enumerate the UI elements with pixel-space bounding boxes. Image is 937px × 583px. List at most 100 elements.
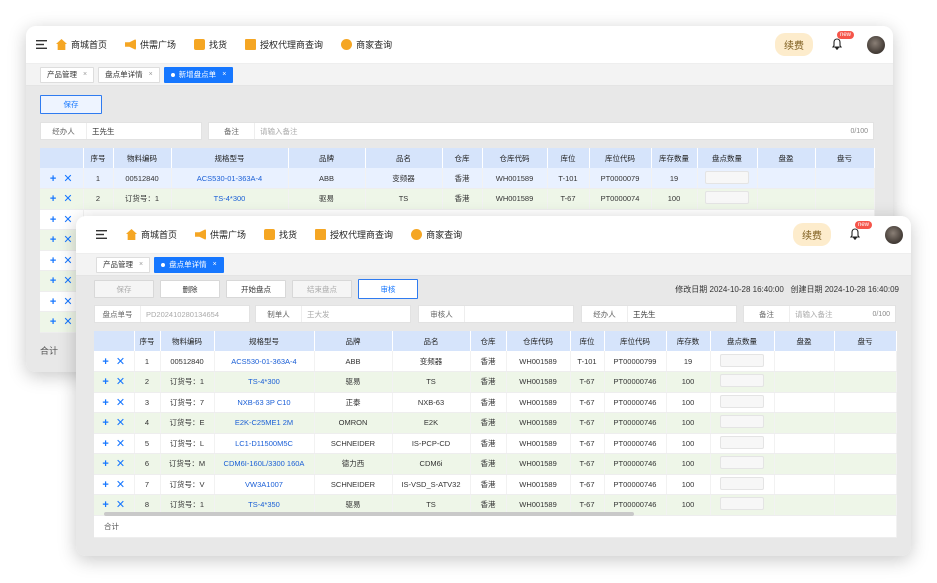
plus-icon[interactable]: +	[50, 316, 56, 328]
nav-home[interactable]: 商城首页	[126, 228, 177, 241]
count-input[interactable]	[720, 497, 764, 511]
plus-icon[interactable]: +	[50, 234, 56, 246]
plus-icon[interactable]: +	[50, 296, 56, 308]
creator-field[interactable]: 制单人 王大发	[255, 305, 411, 323]
start-inventory-button[interactable]: 开始盘点	[226, 280, 286, 298]
nav-shop-query[interactable]: 商家查询	[411, 228, 462, 241]
tab-bar: 产品管理 × 盘点单详情 × 新增盘点单 ×	[26, 64, 893, 86]
shop-icon	[411, 229, 423, 240]
close-icon[interactable]: ✕	[63, 316, 72, 328]
nav-supply-square[interactable]: 供需广场	[195, 228, 246, 241]
nav-home[interactable]: 商城首页	[56, 38, 107, 51]
close-icon[interactable]: ×	[83, 71, 87, 78]
count-input[interactable]	[720, 353, 764, 367]
plus-icon[interactable]: +	[102, 417, 108, 429]
count-input[interactable]	[705, 191, 749, 205]
close-icon[interactable]: ×	[149, 71, 153, 78]
plus-icon[interactable]: +	[50, 214, 56, 226]
menu-icon[interactable]	[26, 40, 56, 49]
tab-inventory-detail[interactable]: 盘点单详情 ×	[98, 66, 160, 83]
avatar[interactable]	[885, 225, 903, 244]
close-icon[interactable]: ✕	[63, 234, 72, 246]
tab-product-management[interactable]: 产品管理 ×	[96, 256, 151, 273]
close-icon[interactable]: ✕	[116, 479, 125, 491]
tab-bar: 产品管理 × 盘点单详情 ×	[76, 254, 911, 276]
nav-find-goods[interactable]: 找货	[194, 38, 227, 51]
finish-inventory-button[interactable]: 结束盘点	[292, 280, 352, 298]
date-info: 修改日期 2024-10-28 16:40:00 创建日期 2024-10-28…	[675, 285, 899, 294]
close-icon[interactable]: ✕	[63, 296, 72, 308]
close-icon[interactable]: ×	[213, 261, 217, 268]
row-ops: + ✕	[40, 188, 84, 210]
count-input[interactable]	[720, 435, 764, 449]
table-row: + ✕ 3 订货号：7 NXB-63 3P C10 正泰 NXB-63 香港 WH001589 T…	[94, 392, 897, 413]
nav-agent-query[interactable]: 授权代理商查询	[245, 38, 323, 51]
plus-icon[interactable]: +	[50, 255, 56, 267]
plus-icon[interactable]: +	[102, 499, 108, 511]
plus-icon[interactable]: +	[50, 275, 56, 287]
handler-field[interactable]: 经办人 王先生	[40, 122, 202, 140]
notification-bell[interactable]: new	[831, 30, 855, 52]
row-ops: + ✕	[40, 168, 84, 189]
count-input[interactable]	[720, 394, 764, 408]
count-input[interactable]	[720, 374, 764, 388]
nav-shop-query[interactable]: 商家查询	[341, 38, 392, 51]
close-icon[interactable]: ✕	[63, 193, 72, 205]
count-input[interactable]	[720, 456, 764, 470]
close-icon[interactable]: ×	[222, 71, 226, 78]
nav-find-goods[interactable]: 找货	[264, 228, 297, 241]
shop-icon	[341, 39, 353, 50]
row-ops: + ✕	[94, 474, 135, 495]
renew-button[interactable]: 续费	[793, 223, 831, 246]
nav-supply-square[interactable]: 供需广场	[125, 38, 176, 51]
avatar[interactable]	[867, 35, 885, 54]
delete-button[interactable]: 删除	[160, 280, 220, 298]
close-icon[interactable]: ✕	[116, 356, 125, 368]
horizontal-scrollbar[interactable]	[104, 512, 634, 516]
close-icon[interactable]: ×	[139, 261, 143, 268]
plus-icon[interactable]: +	[102, 397, 108, 409]
close-icon[interactable]: ✕	[63, 173, 72, 185]
plus-icon[interactable]: +	[50, 173, 56, 185]
table-row: + ✕ 1 00512840 ACS530-01-363A-4 ABB 变频器 香港 WH001…	[94, 351, 897, 372]
count-input[interactable]	[720, 476, 764, 490]
renew-button[interactable]: 续费	[775, 33, 813, 56]
plus-icon[interactable]: +	[102, 356, 108, 368]
count-input[interactable]	[720, 415, 764, 429]
close-icon[interactable]: ✕	[116, 397, 125, 409]
table-row: + ✕ 2 订货号：1 TS-4*300 驱易 TS 香港 WH001589 T-67 PT0000…	[94, 371, 897, 393]
handler-field[interactable]: 经办人 王先生	[581, 305, 737, 323]
audit-button[interactable]: 审核	[358, 279, 418, 299]
close-icon[interactable]: ✕	[116, 438, 125, 450]
plus-icon[interactable]: +	[50, 193, 56, 205]
auditor-field[interactable]: 审核人	[418, 305, 574, 323]
close-icon[interactable]: ✕	[116, 458, 125, 470]
plus-icon[interactable]: +	[102, 438, 108, 450]
nav-agent-query[interactable]: 授权代理商查询	[315, 228, 393, 241]
tab-inventory-detail[interactable]: 盘点单详情 ×	[154, 256, 224, 273]
close-icon[interactable]: ✕	[63, 275, 72, 287]
close-icon[interactable]: ✕	[116, 499, 125, 511]
tab-new-inventory[interactable]: 新增盘点单 ×	[163, 66, 234, 83]
remark-field[interactable]: 备注 请输入备注 0/100	[208, 122, 874, 140]
close-icon[interactable]: ✕	[116, 417, 125, 429]
plus-icon[interactable]: +	[102, 479, 108, 491]
count-input[interactable]	[705, 170, 749, 184]
plus-icon[interactable]: +	[102, 458, 108, 470]
search-goods-icon	[194, 39, 206, 50]
table-row: + ✕ 6 订货号：M CDM6I-160L/3300 160A 德力西 CDM6i 香港 WH…	[94, 453, 897, 475]
table-row: + ✕ 1 00512840 ACS530-01-363A-4 ABB 变频器 香…	[40, 168, 875, 189]
home-icon	[126, 229, 137, 240]
plus-icon[interactable]: +	[102, 376, 108, 388]
remark-field[interactable]: 备注 请输入备注 0/100	[743, 305, 896, 323]
close-icon[interactable]: ✕	[63, 255, 72, 267]
menu-icon[interactable]	[76, 230, 126, 239]
bell-icon	[831, 37, 843, 50]
save-button[interactable]: 保存	[40, 95, 102, 114]
order-number-field[interactable]: 盘点单号 PD202410280134654	[94, 305, 250, 323]
save-button[interactable]: 保存	[94, 280, 154, 298]
close-icon[interactable]: ✕	[63, 214, 72, 226]
tab-product-management[interactable]: 产品管理 ×	[40, 66, 95, 83]
notification-bell[interactable]: new	[849, 220, 873, 242]
close-icon[interactable]: ✕	[116, 376, 125, 388]
